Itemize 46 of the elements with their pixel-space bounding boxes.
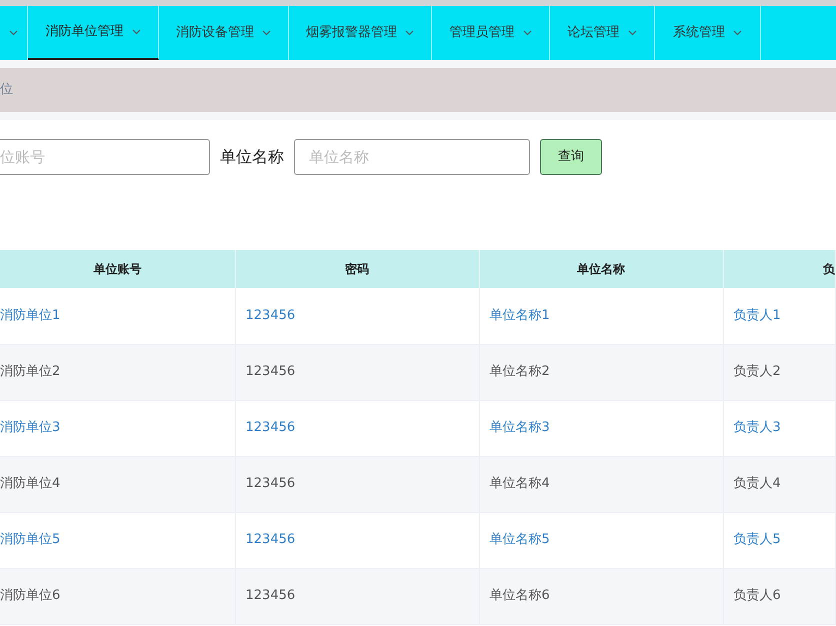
table-cell: 单位名称4 xyxy=(479,456,723,512)
nav-menu-item[interactable]: 论坛管理 xyxy=(550,6,655,60)
table-cell: 单位名称5 xyxy=(479,512,723,568)
table-cell: 单位名称1 xyxy=(479,288,723,344)
table-cell: 单位名称6 xyxy=(479,568,723,624)
search-field[interactable]: 位账号 xyxy=(0,139,210,175)
table-cell: 123456 xyxy=(235,512,479,568)
table-cell: 消防单位5 xyxy=(0,512,235,568)
table-cell: 消防单位3 xyxy=(0,400,235,456)
table-cell: 消防单位1 xyxy=(0,288,235,344)
nav-menu-item[interactable]: 消防单位管理 xyxy=(28,6,159,60)
column-header: 密码 xyxy=(235,250,479,288)
table-cell: 单位名称2 xyxy=(479,344,723,400)
caret-icon xyxy=(9,30,18,36)
table-cell: 负责人1 xyxy=(723,288,836,344)
table-cell: 单位名称3 xyxy=(479,400,723,456)
nav-menu-item[interactable]: 系统管理 xyxy=(655,6,761,60)
caret-icon xyxy=(405,30,414,36)
table-cell: 消防单位6 xyxy=(0,568,235,624)
table-cell: 负责人6 xyxy=(723,568,836,624)
column-header: 单位账号 xyxy=(0,250,235,288)
table-cell: 123456 xyxy=(235,456,479,512)
nav-menu-item[interactable]: 烟雾报警器管理 xyxy=(289,6,432,60)
caret-icon xyxy=(262,30,271,36)
breadcrumb-text: 位 xyxy=(0,81,13,100)
table-cell: 123456 xyxy=(235,288,479,344)
table-cell: 负责人5 xyxy=(723,512,836,568)
table-cell: 负责人4 xyxy=(723,456,836,512)
table-cell: 负责人2 xyxy=(723,344,836,400)
field-label: 单位名称 xyxy=(220,146,284,168)
table-cell: 123456 xyxy=(235,344,479,400)
column-header: 负 xyxy=(723,250,836,288)
nav-menu-item[interactable]: 消防设备管理 xyxy=(159,6,289,60)
table-cell: 消防单位4 xyxy=(0,456,235,512)
nav-menu-item[interactable]: 管理员管理 xyxy=(432,6,550,60)
table-cell: 123456 xyxy=(235,400,479,456)
caret-icon xyxy=(522,30,532,36)
search-field[interactable]: 单位名称 xyxy=(294,139,530,175)
caret-icon xyxy=(733,30,742,36)
table-cell: 123456 xyxy=(235,568,479,624)
table-cell: 负责人3 xyxy=(723,400,836,456)
caret-icon xyxy=(132,29,140,35)
column-header: 单位名称 xyxy=(479,250,723,288)
query-button[interactable]: 查询 xyxy=(540,139,602,175)
table-cell: 消防单位2 xyxy=(0,344,235,400)
caret-icon xyxy=(628,30,636,36)
